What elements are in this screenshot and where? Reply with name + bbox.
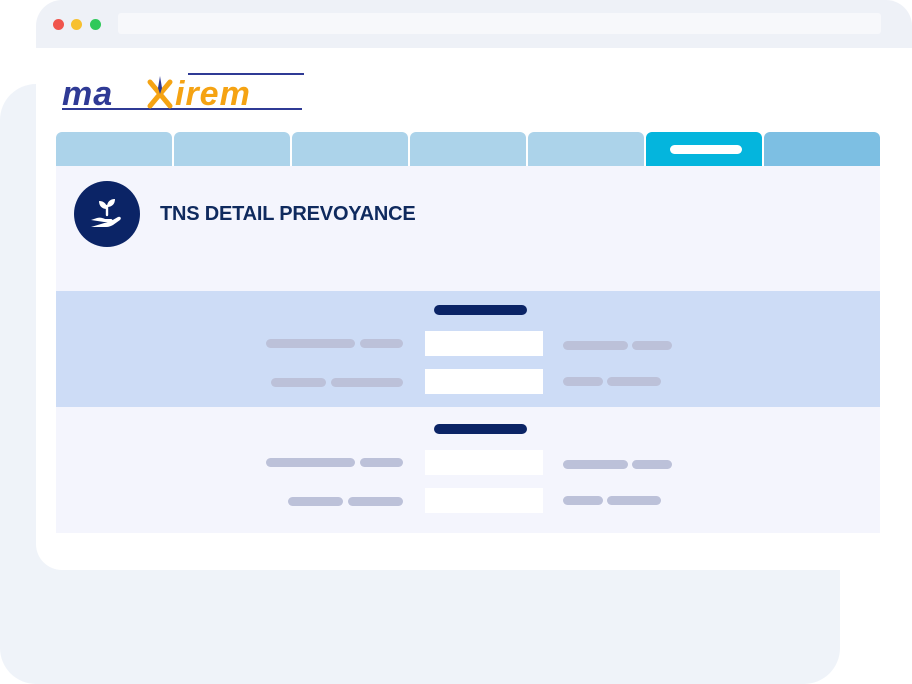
- tab-6-active[interactable]: [646, 132, 762, 166]
- form-section-2: [56, 407, 880, 533]
- page-header: TNS DETAIL PREVOYANCE: [56, 166, 880, 291]
- browser-window: ma irem TNS DETAIL PREVOYANCE: [36, 0, 912, 570]
- field-hint-4b: [607, 496, 661, 505]
- input-field-3[interactable]: [425, 450, 543, 475]
- active-tab-label: [670, 145, 742, 154]
- input-field-2[interactable]: [425, 369, 543, 394]
- section-2-heading: [434, 424, 527, 434]
- field-label-3a: [266, 458, 355, 467]
- field-hint-4a: [563, 496, 603, 505]
- browser-titlebar: [36, 0, 912, 48]
- tab-3[interactable]: [292, 132, 408, 166]
- form-section-1: [56, 291, 880, 407]
- maxirem-logo: ma irem: [58, 70, 308, 117]
- field-label-4b: [348, 497, 403, 506]
- field-label-4a: [288, 497, 343, 506]
- window-maximize-dot[interactable]: [90, 19, 101, 30]
- input-field-1[interactable]: [425, 331, 543, 356]
- field-hint-2b: [607, 377, 661, 386]
- tab-4[interactable]: [410, 132, 526, 166]
- field-hint-3a: [563, 460, 628, 469]
- logo-x-mark: [147, 76, 173, 109]
- address-bar[interactable]: [118, 13, 881, 34]
- svg-text:irem: irem: [175, 75, 251, 112]
- tab-1[interactable]: [56, 132, 172, 166]
- field-label-2b: [331, 378, 403, 387]
- field-label-2a: [271, 378, 326, 387]
- maxirem-logo-graphic: ma irem: [62, 73, 304, 113]
- window-minimize-dot[interactable]: [71, 19, 82, 30]
- input-field-4[interactable]: [425, 488, 543, 513]
- field-hint-1a: [563, 341, 628, 350]
- window-close-dot[interactable]: [53, 19, 64, 30]
- field-label-1b: [360, 339, 403, 348]
- tab-7[interactable]: [764, 132, 880, 166]
- section-1-heading: [434, 305, 527, 315]
- hand-with-sprout-icon: [74, 181, 140, 247]
- tab-5[interactable]: [528, 132, 644, 166]
- field-hint-3b: [632, 460, 672, 469]
- svg-text:ma: ma: [62, 75, 113, 112]
- field-hint-2a: [563, 377, 603, 386]
- tab-bar: [56, 132, 880, 166]
- page-title: TNS DETAIL PREVOYANCE: [160, 203, 416, 225]
- field-label-1a: [266, 339, 355, 348]
- tab-2[interactable]: [174, 132, 290, 166]
- page-content: TNS DETAIL PREVOYANCE: [56, 166, 880, 533]
- field-label-3b: [360, 458, 403, 467]
- field-hint-1b: [632, 341, 672, 350]
